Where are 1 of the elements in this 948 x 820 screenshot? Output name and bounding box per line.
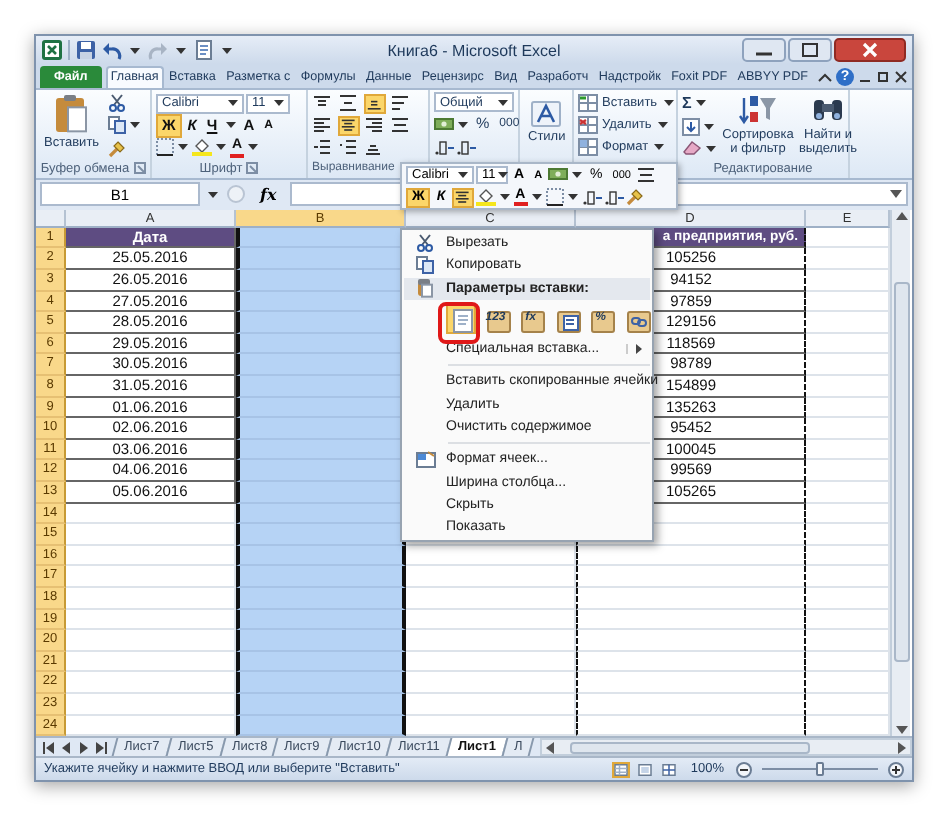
window-title: Книга6 - Microsoft Excel — [387, 41, 561, 60]
